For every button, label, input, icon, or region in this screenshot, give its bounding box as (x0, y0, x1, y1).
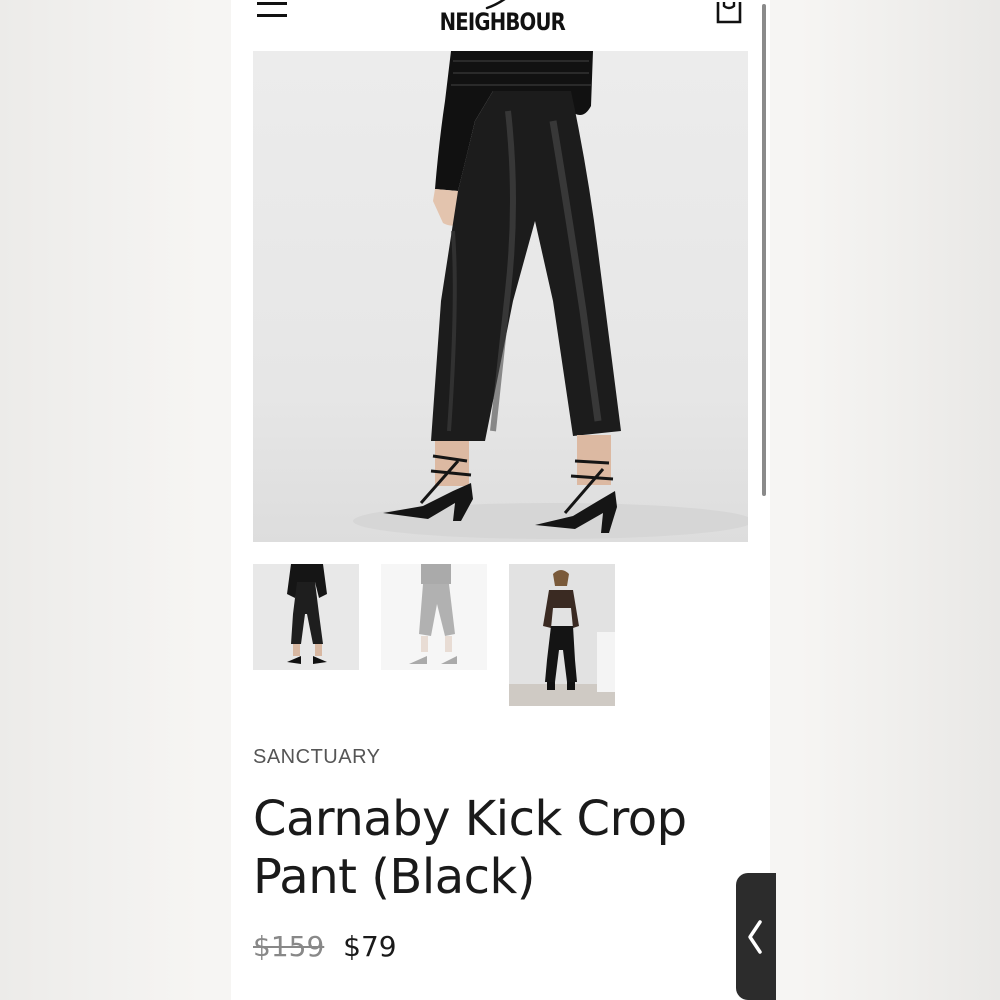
product-thumbnail-model-front[interactable] (509, 564, 615, 706)
product-thumbnail-back[interactable] (381, 564, 487, 670)
shopping-bag-icon[interactable] (715, 0, 743, 24)
phone-screen: NEIGHBOUR SANCTUARY Carnaby Kick Crop Pa… (231, 0, 770, 1000)
hamburger-menu-icon[interactable] (257, 2, 287, 20)
chevron-left-icon (748, 920, 762, 954)
original-price: $159 (253, 930, 325, 963)
page-scrollbar[interactable] (762, 4, 766, 496)
site-header: NEIGHBOUR (231, 0, 770, 50)
logo-text: NEIGHBOUR (439, 8, 566, 36)
product-brand[interactable]: SANCTUARY (253, 746, 381, 769)
product-thumbnail-front[interactable] (253, 564, 359, 670)
sale-price: $79 (343, 930, 397, 963)
main-product-image[interactable] (253, 51, 748, 542)
thumbnail-photo-model (509, 564, 615, 706)
side-drawer-tab[interactable] (736, 873, 776, 1000)
product-photo-back-view (353, 51, 748, 539)
thumbnail-photo-front (253, 564, 359, 670)
price-row: $159 $79 (253, 930, 397, 963)
site-logo[interactable]: NEIGHBOUR (427, 0, 567, 46)
product-title: Carnaby Kick Crop Pant (Black) (253, 791, 687, 905)
thumbnail-photo-back (381, 564, 487, 670)
